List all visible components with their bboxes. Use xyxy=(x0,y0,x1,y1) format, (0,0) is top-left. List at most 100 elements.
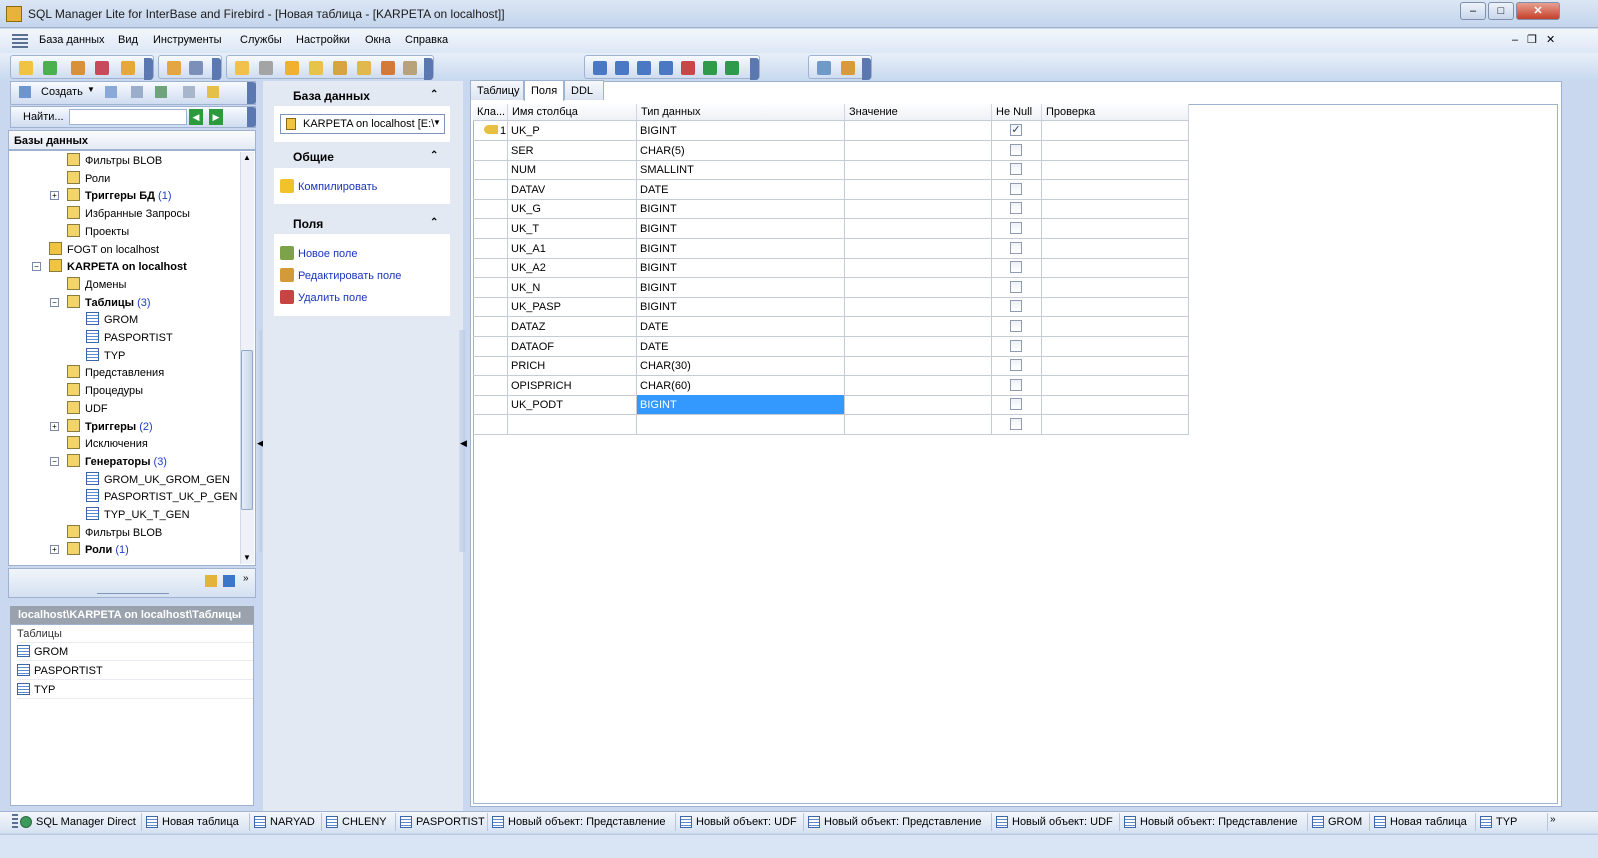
not-null-cell[interactable] xyxy=(992,356,1042,377)
menu-settings[interactable]: Настройки xyxy=(296,34,350,46)
check-cell[interactable] xyxy=(1042,297,1189,318)
toolbar-dropdown-icon[interactable] xyxy=(862,58,871,80)
not-null-checkbox[interactable] xyxy=(1010,359,1022,372)
check-cell[interactable] xyxy=(1042,336,1189,357)
tree-item[interactable]: − Таблицы (3) xyxy=(50,294,151,312)
tree-item[interactable]: Проекты xyxy=(67,223,129,241)
data-type-cell[interactable]: BIGINT xyxy=(637,258,845,279)
collapse-icon[interactable]: − xyxy=(50,456,59,466)
data-type-cell[interactable]: BIGINT xyxy=(637,121,845,141)
default-value-cell[interactable] xyxy=(845,317,992,337)
edit-icon[interactable] xyxy=(207,86,219,98)
tree-item[interactable]: + Роли (1) xyxy=(50,542,129,559)
not-null-cell[interactable] xyxy=(992,336,1042,357)
register-db-icon[interactable] xyxy=(19,61,33,75)
tree-item[interactable]: − KARPETA on localhost xyxy=(32,259,187,276)
not-null-checkbox[interactable] xyxy=(1010,280,1022,293)
list-item[interactable]: TYP xyxy=(17,681,253,699)
default-value-cell[interactable] xyxy=(845,179,992,200)
collapse-icon[interactable]: − xyxy=(32,262,41,272)
delete-field-link[interactable]: Удалить поле xyxy=(298,292,367,304)
column-header[interactable]: Кла... xyxy=(473,104,508,121)
tree-item[interactable]: Избранные Запросы xyxy=(67,206,190,223)
cascade-icon[interactable] xyxy=(593,61,607,75)
close-button[interactable]: ✕ xyxy=(1516,2,1560,20)
key-cell[interactable] xyxy=(473,336,508,357)
toolbar-dropdown-icon[interactable] xyxy=(247,107,256,127)
refresh-icon[interactable] xyxy=(105,86,117,98)
not-null-cell[interactable]: ✓ xyxy=(992,121,1042,141)
data-type-cell[interactable]: CHAR(60) xyxy=(637,375,845,396)
menu-help[interactable]: Справка xyxy=(405,34,448,46)
default-value-cell[interactable] xyxy=(845,199,992,220)
data-type-cell[interactable]: CHAR(30) xyxy=(637,356,845,377)
check-cell[interactable] xyxy=(1042,317,1189,337)
toolbar-dropdown-icon[interactable] xyxy=(144,58,153,80)
key-cell[interactable] xyxy=(473,356,508,377)
scroll-down-icon[interactable]: ▼ xyxy=(243,553,251,562)
check-cell[interactable] xyxy=(1042,375,1189,396)
key-cell[interactable] xyxy=(473,415,508,435)
column-name-cell[interactable]: UK_PODT xyxy=(508,395,637,416)
check-cell[interactable] xyxy=(1042,395,1189,416)
mdi-minimize-icon[interactable]: – xyxy=(1512,34,1518,46)
toolbar-dropdown-icon[interactable] xyxy=(247,82,256,104)
not-null-cell[interactable] xyxy=(992,219,1042,239)
new-field-link[interactable]: Новое поле xyxy=(298,248,357,260)
column-name-cell[interactable]: OPISPRICH xyxy=(508,375,637,396)
taskbar-window-button[interactable]: Новый объект: UDF xyxy=(678,813,804,831)
column-header[interactable]: Значение xyxy=(845,104,992,121)
default-value-cell[interactable] xyxy=(845,336,992,357)
taskbar-window-button[interactable]: TYP xyxy=(1478,813,1548,831)
column-name-cell[interactable]: UK_P xyxy=(508,121,637,141)
key-cell[interactable] xyxy=(473,277,508,298)
db-explorer-icon[interactable] xyxy=(817,61,831,75)
default-value-cell[interactable] xyxy=(845,277,992,298)
edit-field-link[interactable]: Редактировать поле xyxy=(298,270,401,282)
tree-item[interactable]: Домены xyxy=(67,276,126,294)
taskbar-more-icon[interactable]: » xyxy=(1550,814,1556,825)
key-cell[interactable] xyxy=(473,238,508,259)
run-icon[interactable] xyxy=(167,61,181,75)
column-name-cell[interactable]: DATAV xyxy=(508,179,637,200)
not-null-checkbox[interactable] xyxy=(1010,222,1022,234)
taskbar-window-button[interactable]: Новая таблица xyxy=(1372,813,1476,831)
connect-db-icon[interactable] xyxy=(71,61,85,75)
tab-table[interactable]: Таблицу xyxy=(470,80,524,100)
column-name-cell[interactable]: UK_G xyxy=(508,199,637,220)
taskbar-window-button[interactable]: CHLENY xyxy=(324,813,396,831)
not-null-cell[interactable] xyxy=(992,415,1042,435)
sql-monitor-icon[interactable] xyxy=(841,61,855,75)
key-cell[interactable] xyxy=(473,258,508,279)
data-type-cell[interactable]: BIGINT xyxy=(637,199,845,220)
toolbar-dropdown-icon[interactable] xyxy=(212,58,221,80)
not-null-cell[interactable] xyxy=(992,317,1042,337)
find-input[interactable] xyxy=(69,109,187,125)
check-cell[interactable] xyxy=(1042,140,1189,161)
column-name-cell[interactable]: UK_PASP xyxy=(508,297,637,318)
taskbar-window-button[interactable]: Новая таблица xyxy=(144,813,250,831)
scroll-up-icon[interactable]: ▲ xyxy=(243,153,251,162)
not-null-cell[interactable] xyxy=(992,277,1042,298)
not-null-checkbox[interactable] xyxy=(1010,143,1022,156)
default-value-cell[interactable] xyxy=(845,415,992,435)
key-cell[interactable] xyxy=(473,297,508,318)
default-value-cell[interactable] xyxy=(845,395,992,416)
not-null-checkbox[interactable] xyxy=(1010,378,1022,391)
expand-icon[interactable]: + xyxy=(50,421,59,431)
filter-icon[interactable] xyxy=(155,86,167,98)
not-null-cell[interactable] xyxy=(992,199,1042,220)
tree-item[interactable]: Процедуры xyxy=(67,383,143,400)
data-type-cell[interactable]: BIGINT xyxy=(637,219,845,239)
toolbar-dropdown-icon[interactable] xyxy=(424,58,433,80)
taskbar-window-button[interactable]: GROM xyxy=(1310,813,1370,831)
column-name-cell[interactable]: UK_A1 xyxy=(508,238,637,259)
default-value-cell[interactable] xyxy=(845,297,992,318)
column-name-cell[interactable] xyxy=(508,415,637,435)
not-null-checkbox[interactable] xyxy=(1010,339,1022,352)
back-icon[interactable] xyxy=(703,61,717,75)
mdi-restore-icon[interactable]: ❐ xyxy=(1527,33,1537,46)
taskbar-window-button[interactable]: Новый объект: Представление xyxy=(490,813,676,831)
key-cell[interactable] xyxy=(473,140,508,161)
check-cell[interactable] xyxy=(1042,199,1189,220)
